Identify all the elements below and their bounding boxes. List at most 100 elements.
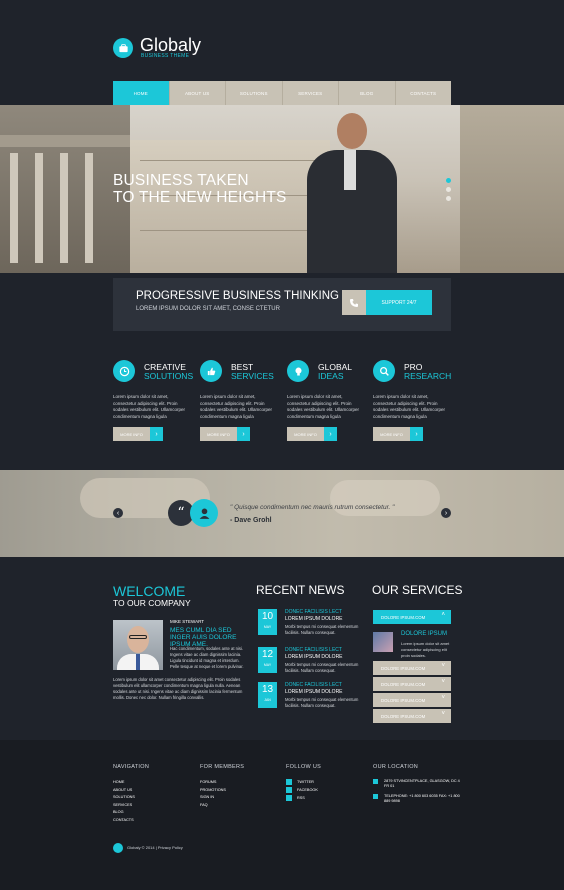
news-link[interactable]: DONEC FACILISIS LECT [285, 609, 342, 615]
feature-subtitle: SERVICES [231, 371, 274, 381]
facebook-icon [286, 787, 292, 793]
clock-icon [113, 360, 135, 382]
service-accordion[interactable]: DOLORE IPSUM.COM ˅ [373, 661, 451, 675]
footer-link[interactable]: FORUMS [200, 779, 226, 787]
testimonial-overlay [0, 470, 564, 557]
news-text: Morbi tempus mi consequat elementum faci… [285, 697, 359, 708]
arrow-right-icon: › [150, 427, 163, 441]
news-link[interactable]: DONEC FACILISIS LECT [285, 682, 342, 688]
copyright: Globaly © 2014 | Privacy Policy [127, 845, 183, 850]
nav-about[interactable]: ABOUT US [170, 81, 226, 105]
testimonial-author: - Dave Grohl [230, 517, 272, 524]
feature-text: Lorem ipsum dolor sit amet, consectetur … [373, 394, 446, 419]
service-label: DOLORE IPSUM.COM [381, 713, 426, 719]
testimonial-quote: " Quisque condimentum nec mauris rutrum … [230, 504, 395, 511]
social-label: FACEBOOK [297, 788, 318, 792]
footer-link[interactable]: SERVICES [113, 802, 135, 810]
news-item[interactable]: 12 MAY DONEC FACILISIS LECT LOREM IPSUM D… [258, 647, 363, 681]
home-icon [373, 779, 378, 784]
news-item[interactable]: 10 MAY DONEC FACILISIS LECT LOREM IPSUM D… [258, 609, 363, 643]
news-date: 10 MAY [258, 609, 277, 635]
hero-line-1: BUSINESS TAKEN [113, 172, 249, 189]
welcome-text: Hac condimentum, sodales ante at nisi. I… [170, 646, 244, 669]
footer-link[interactable]: FAQ [200, 802, 226, 810]
news-item[interactable]: 13 JAN DONEC FACILISIS LECT LOREM IPSUM D… [258, 682, 363, 716]
slider-dot-1[interactable] [446, 178, 451, 183]
footer-link[interactable]: HOME [113, 779, 135, 787]
news-link[interactable]: DONEC FACILISIS LECT [285, 647, 342, 653]
more-info-button[interactable]: MORE INFO › [200, 427, 250, 441]
prev-arrow-icon[interactable]: ‹ [113, 508, 123, 518]
twitter-icon [286, 779, 292, 785]
footer-link[interactable]: SIGN IN [200, 794, 226, 802]
chevron-down-icon: ˅ [441, 711, 445, 717]
feature-text: Lorem ipsum dolor sit amet, consectetur … [200, 394, 273, 419]
nav-blog[interactable]: BLOG [339, 81, 396, 105]
service-label: DOLORE IPSUM.COM [381, 614, 426, 620]
hero-line-2: TO THE NEW HEIGHTS [113, 189, 287, 206]
footer-nav-list: HOME ABOUT US SOLUTIONS SERVICES BLOG CO… [113, 779, 135, 824]
feature-subtitle: SOLUTIONS [144, 371, 194, 381]
more-info-button[interactable]: MORE INFO › [287, 427, 337, 441]
hero-businessman [292, 113, 407, 273]
more-info-label: MORE INFO [200, 427, 237, 441]
next-arrow-icon[interactable]: › [441, 508, 451, 518]
slider-dot-2[interactable] [446, 187, 451, 192]
welcome-text-2: Lorem ipsum dolor sit amet consectetur a… [113, 677, 243, 700]
chevron-down-icon: ˅ [441, 695, 445, 701]
search-icon [373, 360, 395, 382]
thumbs-up-icon [200, 360, 222, 382]
service-detail-text: Lorem ipsum dolor sit amet consectetur a… [401, 641, 450, 658]
support-label: SUPPORT 24/7 [366, 290, 432, 315]
news-date: 13 JAN [258, 682, 277, 708]
more-info-button[interactable]: MORE INFO › [113, 427, 163, 441]
social-label: RSS [297, 796, 305, 800]
footer-members-list: FORUMS PROMOTIONS SIGN IN FAQ [200, 779, 226, 809]
service-accordion[interactable]: DOLORE IPSUM.COM ˅ [373, 677, 451, 691]
avatar [113, 620, 163, 670]
footer-link[interactable]: ABOUT US [113, 787, 135, 795]
news-text: Morbi tempus mi consequat elementum faci… [285, 624, 359, 635]
facebook-link[interactable]: FACEBOOK [286, 787, 318, 793]
news-heading: LOREM IPSUM DOLORE [285, 689, 343, 695]
footer-logo-icon[interactable] [113, 843, 123, 853]
footer-link[interactable]: BLOG [113, 809, 135, 817]
footer-link[interactable]: PROMOTIONS [200, 787, 226, 795]
more-info-label: MORE INFO [287, 427, 324, 441]
twitter-link[interactable]: TWITTER [286, 779, 314, 785]
arrow-right-icon: › [237, 427, 250, 441]
news-heading: LOREM IPSUM DOLORE [285, 616, 343, 622]
footer-link[interactable]: CONTACTS [113, 817, 135, 825]
nav-services[interactable]: SERVICES [283, 81, 339, 105]
hero-building-left [0, 105, 130, 273]
more-info-button[interactable]: MORE INFO › [373, 427, 423, 441]
service-thumbnail [373, 632, 393, 652]
more-info-label: MORE INFO [373, 427, 410, 441]
footer-members-heading: FOR MEMBERS [200, 764, 245, 770]
promo-title: PROGRESSIVE BUSINESS THINKING [136, 290, 340, 302]
nav-home[interactable]: HOME [113, 81, 170, 105]
news-heading: LOREM IPSUM DOLORE [285, 654, 343, 660]
rss-link[interactable]: RSS [286, 795, 305, 801]
news-title: RECENT NEWS [256, 583, 345, 597]
person-name: MIKE STEWART [170, 619, 205, 624]
main-nav: HOME ABOUT US SOLUTIONS SERVICES BLOG CO… [113, 81, 451, 105]
service-accordion[interactable]: DOLORE IPSUM.COM ˅ [373, 709, 451, 723]
slider-dot-3[interactable] [446, 196, 451, 201]
footer [0, 740, 564, 890]
phone-icon [342, 290, 366, 315]
service-accordion-open[interactable]: DOLORE IPSUM.COM ˄ [373, 610, 451, 624]
nav-contacts[interactable]: CONTACTS [396, 81, 452, 105]
chevron-up-icon: ˄ [441, 612, 445, 618]
support-button[interactable]: SUPPORT 24/7 [342, 290, 432, 315]
feature-text: Lorem ipsum dolor sit amet, consectetur … [113, 394, 186, 419]
logo-icon[interactable] [113, 38, 133, 58]
arrow-right-icon: › [410, 427, 423, 441]
footer-link[interactable]: SOLUTIONS [113, 794, 135, 802]
feature-subtitle: IDEAS [318, 371, 344, 381]
welcome-highlight: MES CUML DIA SED INGER AUIS DOLORE IPSUM… [170, 627, 237, 648]
nav-solutions[interactable]: SOLUTIONS [226, 81, 283, 105]
service-label: DOLORE IPSUM.COM [381, 697, 426, 703]
more-info-label: MORE INFO [113, 427, 150, 441]
service-accordion[interactable]: DOLORE IPSUM.COM ˅ [373, 693, 451, 707]
